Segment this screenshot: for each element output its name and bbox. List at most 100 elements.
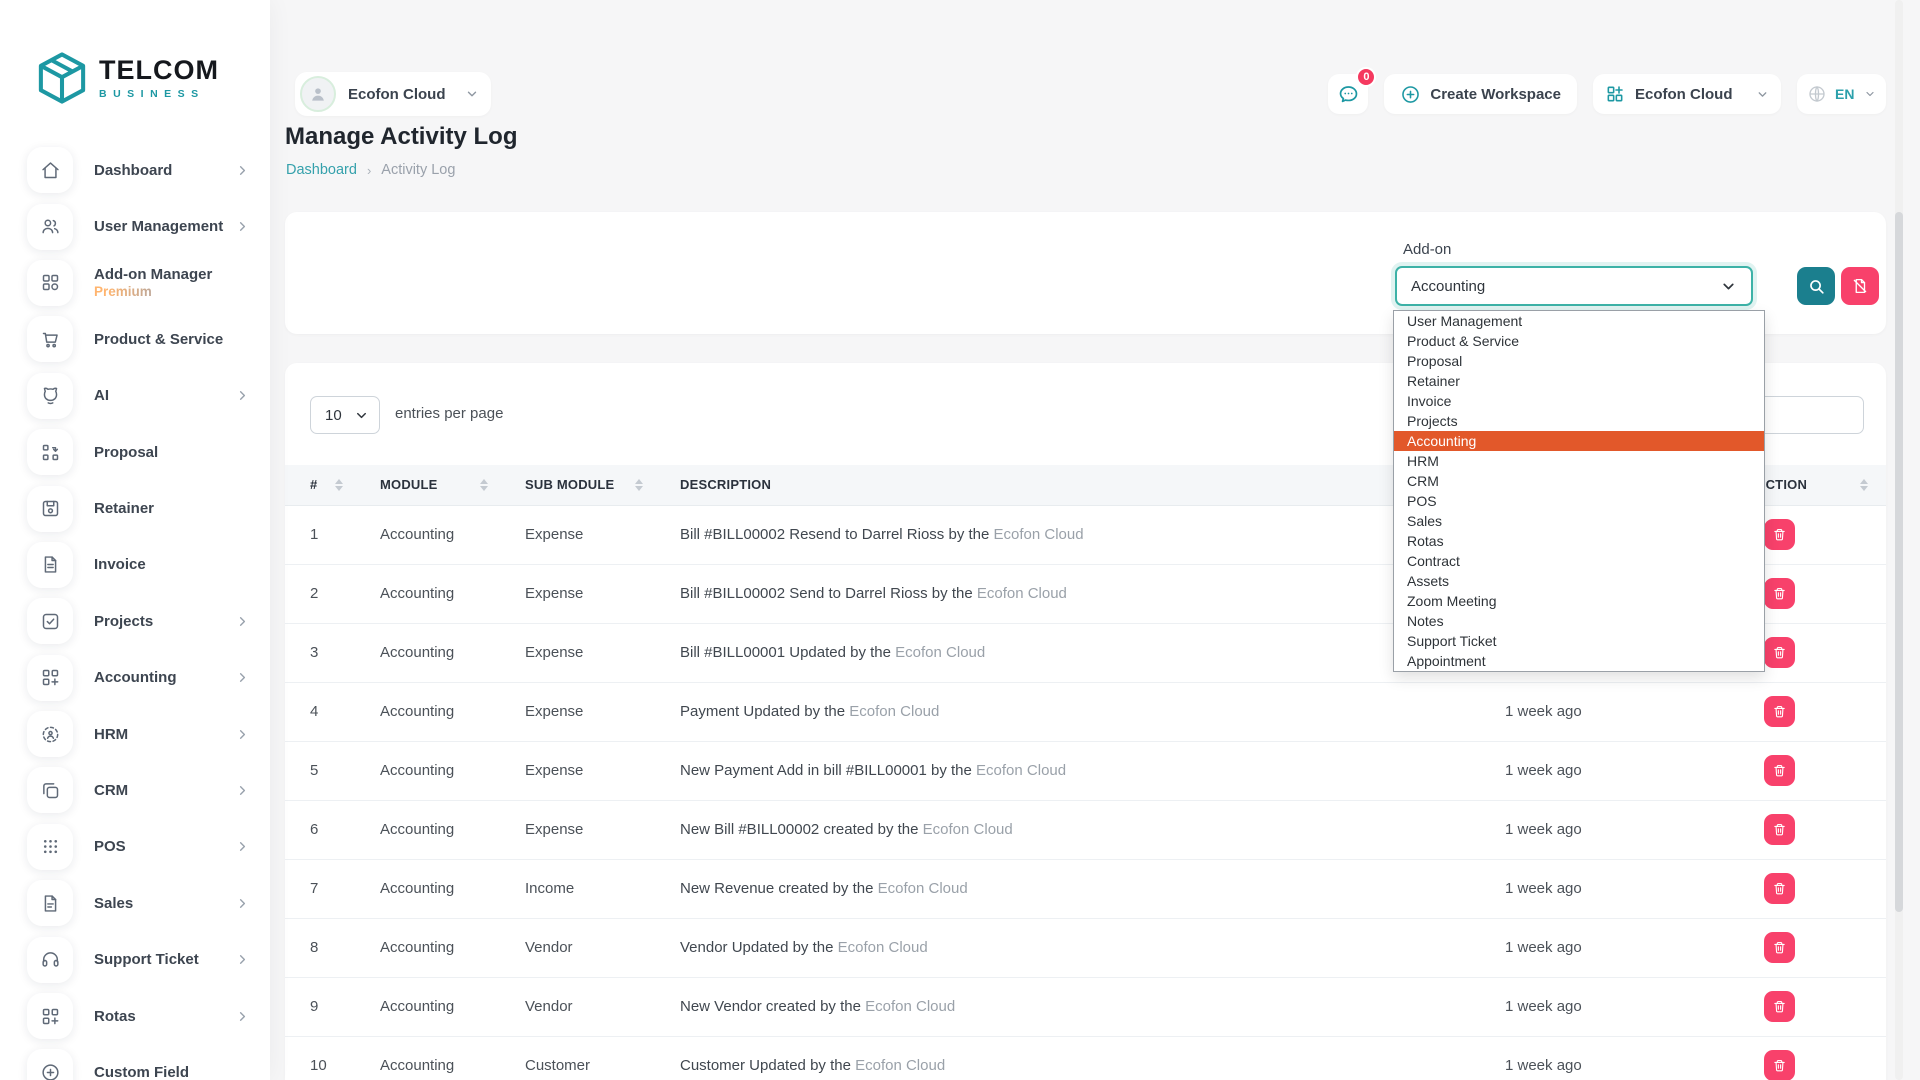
chevron-down-icon xyxy=(1864,88,1876,100)
users-icon xyxy=(27,204,73,250)
sidebar-item-invoice[interactable]: Invoice xyxy=(0,537,270,593)
pos-icon xyxy=(27,824,73,870)
workspace-selector[interactable]: Ecofon Cloud xyxy=(295,72,491,116)
sidebar-item-accounting[interactable]: Accounting xyxy=(0,650,270,706)
delete-button[interactable] xyxy=(1764,1050,1795,1080)
sidebar-item-retainer[interactable]: Retainer xyxy=(0,480,270,536)
dropdown-option-support-ticket[interactable]: Support Ticket xyxy=(1394,631,1764,651)
chevron-right-icon xyxy=(235,219,250,234)
language-selector[interactable]: EN xyxy=(1797,74,1886,114)
cell-description: New Bill #BILL00002 created by the xyxy=(680,821,918,838)
sort-icon xyxy=(480,479,488,491)
sidebar-item-projects[interactable]: Projects xyxy=(0,593,270,649)
sidebar-item-label: POS xyxy=(94,838,235,855)
delete-button[interactable] xyxy=(1764,637,1795,668)
breadcrumb-link-dashboard[interactable]: Dashboard xyxy=(286,162,357,178)
sidebar-item-sales[interactable]: Sales xyxy=(0,875,270,931)
delete-button[interactable] xyxy=(1764,696,1795,727)
chevron-down-icon xyxy=(354,408,369,423)
messages-button[interactable]: 0 xyxy=(1328,74,1368,114)
column-header-module[interactable]: MODULE xyxy=(355,465,500,505)
cell-description: New Vendor created by the xyxy=(680,998,861,1015)
delete-button[interactable] xyxy=(1764,814,1795,845)
sidebar-item-crm[interactable]: CRM xyxy=(0,762,270,818)
column-header-action[interactable]: ACTION xyxy=(1750,465,1886,505)
cell-module: Accounting xyxy=(355,977,500,1036)
page-scrollbar-thumb[interactable] xyxy=(1895,212,1903,912)
dropdown-option-contract[interactable]: Contract xyxy=(1394,551,1764,571)
column-header-label: DESCRIPTION xyxy=(680,477,771,492)
globe-icon xyxy=(1807,84,1827,104)
cell-date: 1 week ago xyxy=(1480,918,1750,977)
trash-icon xyxy=(1772,586,1787,601)
entries-per-page-select[interactable]: 10 xyxy=(310,396,380,434)
reset-filter-button[interactable] xyxy=(1841,267,1879,305)
dropdown-option-user-management[interactable]: User Management xyxy=(1394,311,1764,331)
sidebar-item-dashboard[interactable]: Dashboard xyxy=(0,142,270,198)
entries-per-page-value: 10 xyxy=(325,407,346,424)
dropdown-option-proposal[interactable]: Proposal xyxy=(1394,351,1764,371)
delete-button[interactable] xyxy=(1764,873,1795,904)
dropdown-option-pos[interactable]: POS xyxy=(1394,491,1764,511)
dropdown-option-hrm[interactable]: HRM xyxy=(1394,451,1764,471)
workspace-dropdown-label: Ecofon Cloud xyxy=(1635,86,1746,103)
sidebar-item-ai[interactable]: AI xyxy=(0,368,270,424)
dropdown-option-projects[interactable]: Projects xyxy=(1394,411,1764,431)
plus-circle-icon xyxy=(1400,84,1421,105)
dropdown-option-product-service[interactable]: Product & Service xyxy=(1394,331,1764,351)
chevron-right-icon xyxy=(235,670,250,685)
sidebar-item-hrm[interactable]: HRM xyxy=(0,706,270,762)
dropdown-option-appointment[interactable]: Appointment xyxy=(1394,651,1764,671)
brand-logo[interactable]: TELCOM BUSINESS xyxy=(36,50,219,106)
dropdown-option-notes[interactable]: Notes xyxy=(1394,611,1764,631)
table-row: 10 Accounting Customer Customer Updated … xyxy=(285,1036,1886,1080)
sidebar-item-label: Proposal xyxy=(94,444,250,461)
sidebar-item-support-ticket[interactable]: Support Ticket xyxy=(0,931,270,987)
support-icon xyxy=(27,937,73,983)
dropdown-option-accounting[interactable]: Accounting xyxy=(1394,431,1764,451)
table-row: 4 Accounting Expense Payment Updated by … xyxy=(285,682,1886,741)
sidebar-item-label: AI xyxy=(94,387,235,404)
sidebar-item-pos[interactable]: POS xyxy=(0,819,270,875)
delete-button[interactable] xyxy=(1764,578,1795,609)
cell-description-actor: Ecofon Cloud xyxy=(977,585,1067,602)
dropdown-option-retainer[interactable]: Retainer xyxy=(1394,371,1764,391)
sidebar-item-proposal[interactable]: Proposal xyxy=(0,424,270,480)
trash-icon xyxy=(1772,763,1787,778)
addon-select[interactable]: Accounting xyxy=(1395,266,1753,306)
sidebar-item-rotas[interactable]: Rotas xyxy=(0,988,270,1044)
cell-number: 10 xyxy=(285,1036,355,1080)
delete-button[interactable] xyxy=(1764,991,1795,1022)
sidebar-item-product-service[interactable]: Product & Service xyxy=(0,311,270,367)
dropdown-option-sales[interactable]: Sales xyxy=(1394,511,1764,531)
cell-description-actor: Ecofon Cloud xyxy=(865,998,955,1015)
delete-button[interactable] xyxy=(1764,755,1795,786)
trash-icon xyxy=(1772,1058,1787,1073)
delete-button[interactable] xyxy=(1764,932,1795,963)
cell-description-actor: Ecofon Cloud xyxy=(878,880,968,897)
hrm-icon xyxy=(27,711,73,757)
dropdown-option-assets[interactable]: Assets xyxy=(1394,571,1764,591)
rotas-icon xyxy=(27,993,73,1039)
dropdown-option-rotas[interactable]: Rotas xyxy=(1394,531,1764,551)
delete-button[interactable] xyxy=(1764,519,1795,550)
sidebar-item-custom-field[interactable]: Custom Field xyxy=(0,1044,270,1080)
cell-number: 1 xyxy=(285,505,355,564)
chevron-right-icon xyxy=(235,163,250,178)
cell-number: 8 xyxy=(285,918,355,977)
search-button[interactable] xyxy=(1797,267,1835,305)
create-workspace-button[interactable]: Create Workspace xyxy=(1384,74,1577,114)
cart-icon xyxy=(27,316,73,362)
workspace-dropdown[interactable]: Ecofon Cloud xyxy=(1593,74,1781,114)
addon-label: Add-on xyxy=(1403,241,1451,258)
dropdown-option-zoom-meeting[interactable]: Zoom Meeting xyxy=(1394,591,1764,611)
language-label: EN xyxy=(1835,86,1856,102)
sidebar-item-add-on-manager[interactable]: Add-on Manager Premium xyxy=(0,255,270,311)
column-header-sub-module[interactable]: SUB MODULE xyxy=(500,465,655,505)
dropdown-option-invoice[interactable]: Invoice xyxy=(1394,391,1764,411)
sidebar-item-user-management[interactable]: User Management xyxy=(0,198,270,254)
cell-module: Accounting xyxy=(355,741,500,800)
column-header-[interactable]: # xyxy=(285,465,355,505)
dropdown-option-crm[interactable]: CRM xyxy=(1394,471,1764,491)
trash-icon xyxy=(1772,527,1787,542)
